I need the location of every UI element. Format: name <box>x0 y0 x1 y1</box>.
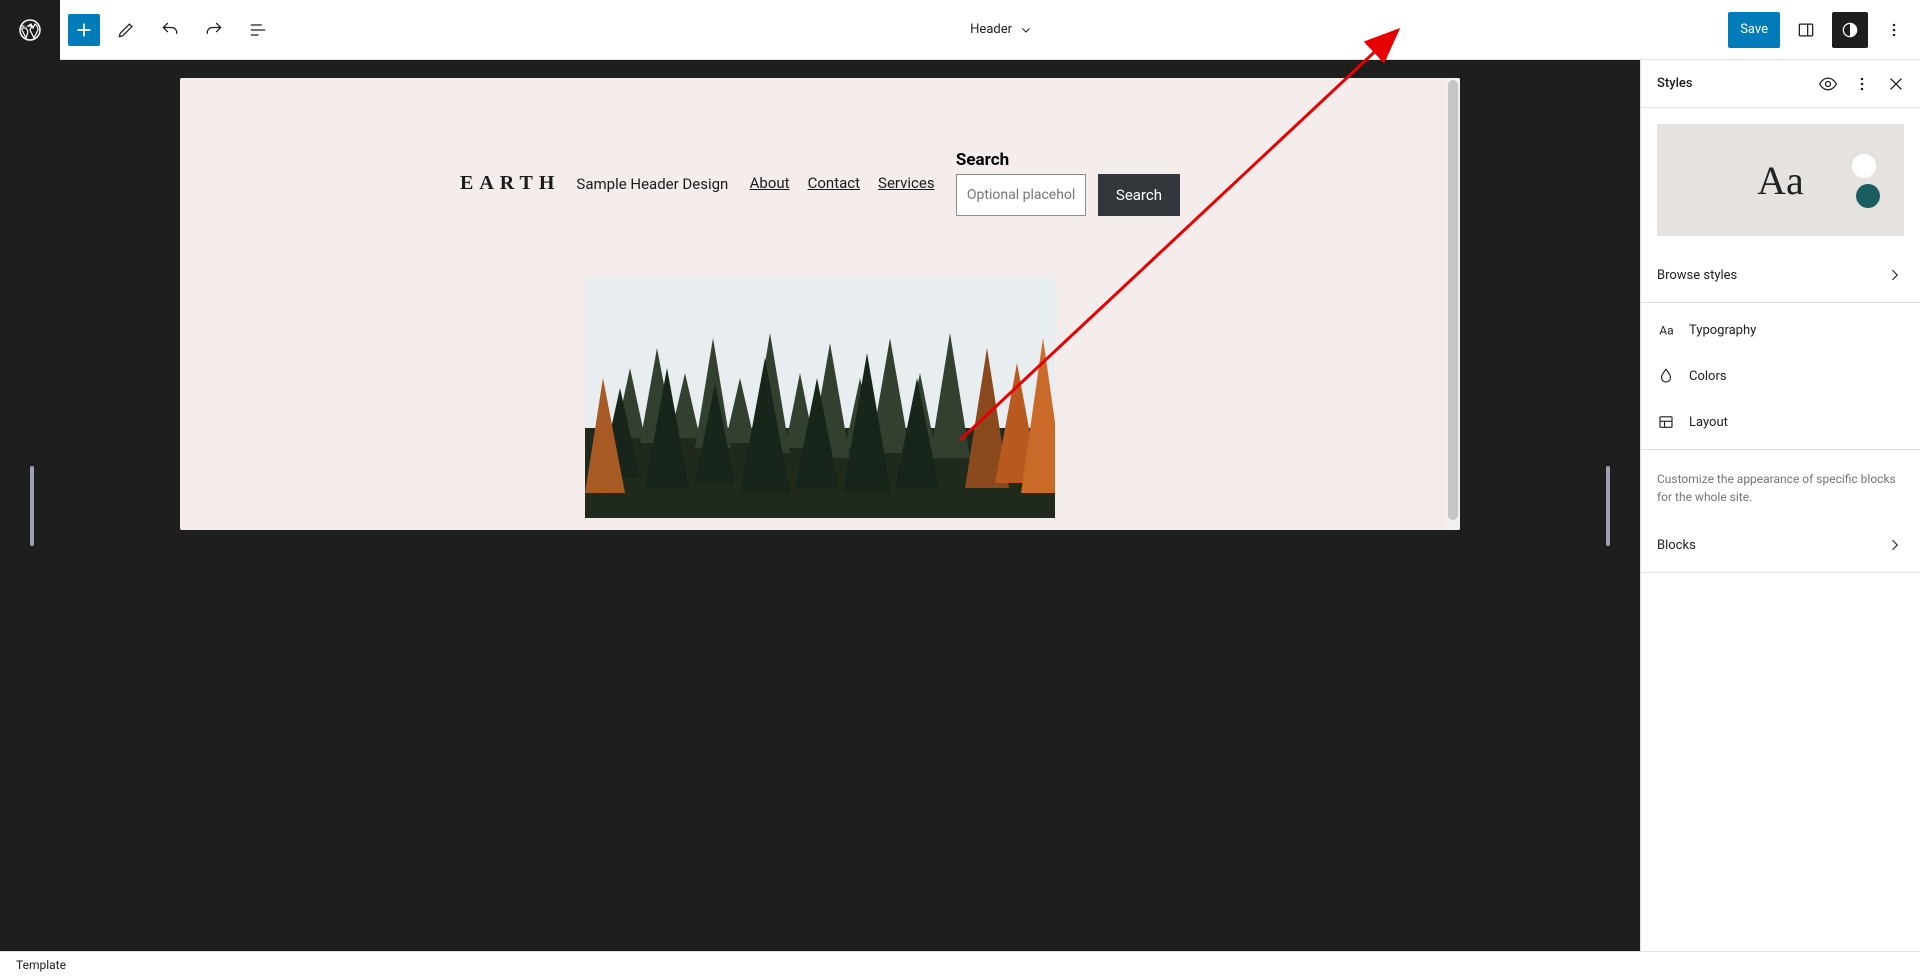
style-book-button[interactable] <box>1812 68 1844 100</box>
styles-icon <box>1840 20 1860 40</box>
site-title[interactable]: EARTH <box>460 172 560 195</box>
canvas-scrollbar[interactable] <box>1446 78 1460 530</box>
palette-dot-teal <box>1856 184 1880 208</box>
save-button[interactable]: Save <box>1728 12 1780 48</box>
tools-button[interactable] <box>108 12 144 48</box>
more-vertical-icon <box>1852 74 1872 94</box>
undo-button[interactable] <box>152 12 188 48</box>
nav-link-about[interactable]: About <box>750 174 790 192</box>
separator <box>1641 302 1920 303</box>
browse-styles-row[interactable]: Browse styles <box>1641 252 1920 298</box>
typography-icon: Aa <box>1657 321 1675 339</box>
style-preview[interactable]: Aa <box>1657 124 1904 236</box>
editor-canvas-area: EARTH Sample Header Design About Contact… <box>0 60 1640 951</box>
list-view-icon <box>248 20 268 40</box>
redo-icon <box>204 20 224 40</box>
chevron-down-icon <box>1018 22 1034 38</box>
add-block-button[interactable] <box>68 14 100 46</box>
sidebar-icon <box>1796 20 1816 40</box>
eye-icon <box>1818 74 1838 94</box>
site-brand: EARTH Sample Header Design <box>460 172 728 195</box>
site-tagline[interactable]: Sample Header Design <box>576 175 728 193</box>
canvas-frame[interactable]: EARTH Sample Header Design About Contact… <box>180 78 1460 530</box>
redo-button[interactable] <box>196 12 232 48</box>
page-content: EARTH Sample Header Design About Contact… <box>180 78 1460 530</box>
colors-row[interactable]: Colors <box>1641 353 1920 399</box>
scrollbar-thumb[interactable] <box>1448 80 1458 520</box>
close-icon <box>1886 74 1906 94</box>
search-block: Search Search <box>956 150 1180 216</box>
editor-footer: Template <box>0 951 1920 977</box>
undo-icon <box>160 20 180 40</box>
blocks-description: Customize the appearance of specific blo… <box>1641 454 1920 522</box>
styles-panel-header: Styles <box>1641 60 1920 108</box>
search-label: Search <box>956 150 1180 170</box>
nav-link-services[interactable]: Services <box>878 174 935 192</box>
separator <box>1641 449 1920 450</box>
chevron-right-icon <box>1886 536 1904 554</box>
template-selector[interactable]: Header <box>970 22 1034 38</box>
palette-dot-white <box>1852 154 1876 178</box>
separator <box>1641 572 1920 573</box>
typography-label: Typography <box>1689 323 1756 338</box>
close-panel-button[interactable] <box>1880 68 1912 100</box>
wp-logo-button[interactable] <box>0 0 60 60</box>
layout-row[interactable]: Layout <box>1641 399 1920 445</box>
editor-top-bar: Header Save <box>0 0 1920 60</box>
style-preview-glyph: Aa <box>1757 157 1804 204</box>
styles-more-button[interactable] <box>1846 68 1878 100</box>
plus-icon <box>74 20 94 40</box>
chevron-right-icon <box>1886 266 1904 284</box>
resize-handle-right[interactable] <box>1606 466 1610 546</box>
more-options-button[interactable] <box>1876 12 1912 48</box>
styles-toggle-button[interactable] <box>1832 12 1868 48</box>
browse-styles-label: Browse styles <box>1657 268 1737 283</box>
typography-row[interactable]: Aa Typography <box>1641 307 1920 353</box>
nav-link-contact[interactable]: Contact <box>808 174 860 192</box>
site-header: EARTH Sample Header Design About Contact… <box>440 150 1200 216</box>
template-selector-label: Header <box>970 22 1012 37</box>
wordpress-icon <box>18 18 42 42</box>
view-toggle-button[interactable] <box>1788 12 1824 48</box>
primary-nav: About Contact Services <box>750 174 935 192</box>
layout-label: Layout <box>1689 415 1728 430</box>
search-input[interactable] <box>956 174 1086 216</box>
styles-panel-title: Styles <box>1657 76 1693 91</box>
droplet-icon <box>1657 367 1675 385</box>
search-button[interactable]: Search <box>1098 174 1180 216</box>
more-vertical-icon <box>1884 20 1904 40</box>
list-view-button[interactable] <box>240 12 276 48</box>
pencil-icon <box>116 20 136 40</box>
blocks-row[interactable]: Blocks <box>1641 522 1920 568</box>
layout-icon <box>1657 413 1675 431</box>
breadcrumb[interactable]: Template <box>16 958 66 972</box>
styles-panel: Styles Aa Browse styles Aa Typography <box>1640 60 1920 951</box>
forest-image-placeholder <box>585 278 1055 518</box>
svg-text:Aa: Aa <box>1659 324 1673 338</box>
blocks-label: Blocks <box>1657 538 1696 553</box>
hero-image[interactable] <box>585 278 1055 518</box>
colors-label: Colors <box>1689 369 1727 384</box>
resize-handle-left[interactable] <box>30 466 34 546</box>
